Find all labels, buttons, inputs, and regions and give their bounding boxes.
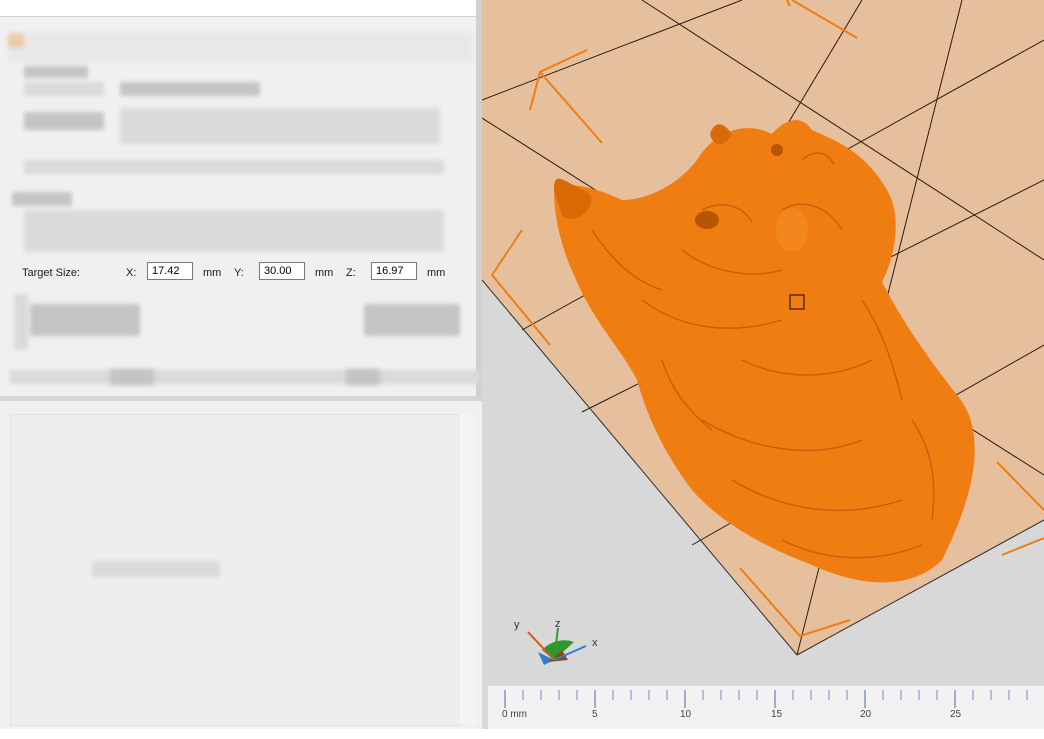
ruler-label-10: 10: [680, 709, 692, 720]
ruler-label-15: 15: [771, 709, 783, 720]
obscured-label: [30, 304, 140, 336]
obscured-row: [24, 160, 444, 174]
ruler-label-20: 20: [860, 709, 872, 720]
obscured-message: [92, 561, 220, 577]
ruler-label-0: 0 mm: [502, 709, 527, 720]
obscured-fields: [24, 210, 444, 252]
3d-viewport[interactable]: y z x: [482, 0, 1044, 739]
obscured-icon: [8, 34, 24, 48]
z-label: Z:: [346, 267, 356, 279]
panel-top-strip: [0, 0, 476, 17]
obscured-row: [10, 370, 480, 384]
settings-panel: Target Size: X: mm Y: mm Z: mm: [0, 0, 488, 739]
target-size-z-input[interactable]: [371, 262, 417, 280]
obscured-heading: [12, 192, 72, 206]
selection-handle[interactable]: [789, 294, 805, 310]
y-label: Y:: [234, 267, 244, 279]
obscured-bar: [14, 294, 28, 350]
obscured-button: [346, 369, 380, 385]
ruler-label-5: 5: [592, 709, 598, 720]
ruler-label-25: 25: [950, 709, 962, 720]
status-strip: [0, 729, 1044, 739]
obscured-label: [24, 112, 104, 130]
target-size-x-input[interactable]: [147, 262, 193, 280]
divider: [0, 396, 488, 401]
x-label: X:: [126, 267, 137, 279]
obscured-label: [24, 82, 104, 96]
y-unit: mm: [315, 267, 334, 279]
target-size-row: Target Size: X: mm Y: mm Z: mm: [6, 259, 476, 287]
axis-x-label: x: [592, 637, 598, 649]
axis-y-label: y: [514, 619, 520, 631]
obscured-button: [364, 304, 460, 336]
obscured-fields: [120, 108, 440, 144]
lower-empty-pane: [10, 414, 462, 726]
ruler-ticks: [504, 690, 1028, 708]
ruler: 0 mm 5 10 15 20 25: [488, 686, 1044, 730]
obscured-header: [8, 32, 472, 62]
obscured-value: [120, 82, 260, 96]
obscured-heading: [24, 66, 88, 78]
z-unit: mm: [427, 267, 446, 279]
axis-z-label: z: [555, 618, 561, 630]
obscured-button: [110, 369, 154, 385]
x-unit: mm: [203, 267, 222, 279]
axis-triad: [527, 627, 587, 665]
target-size-label: Target Size:: [22, 267, 81, 279]
target-size-y-input[interactable]: [259, 262, 305, 280]
scrollbar[interactable]: [460, 414, 476, 724]
